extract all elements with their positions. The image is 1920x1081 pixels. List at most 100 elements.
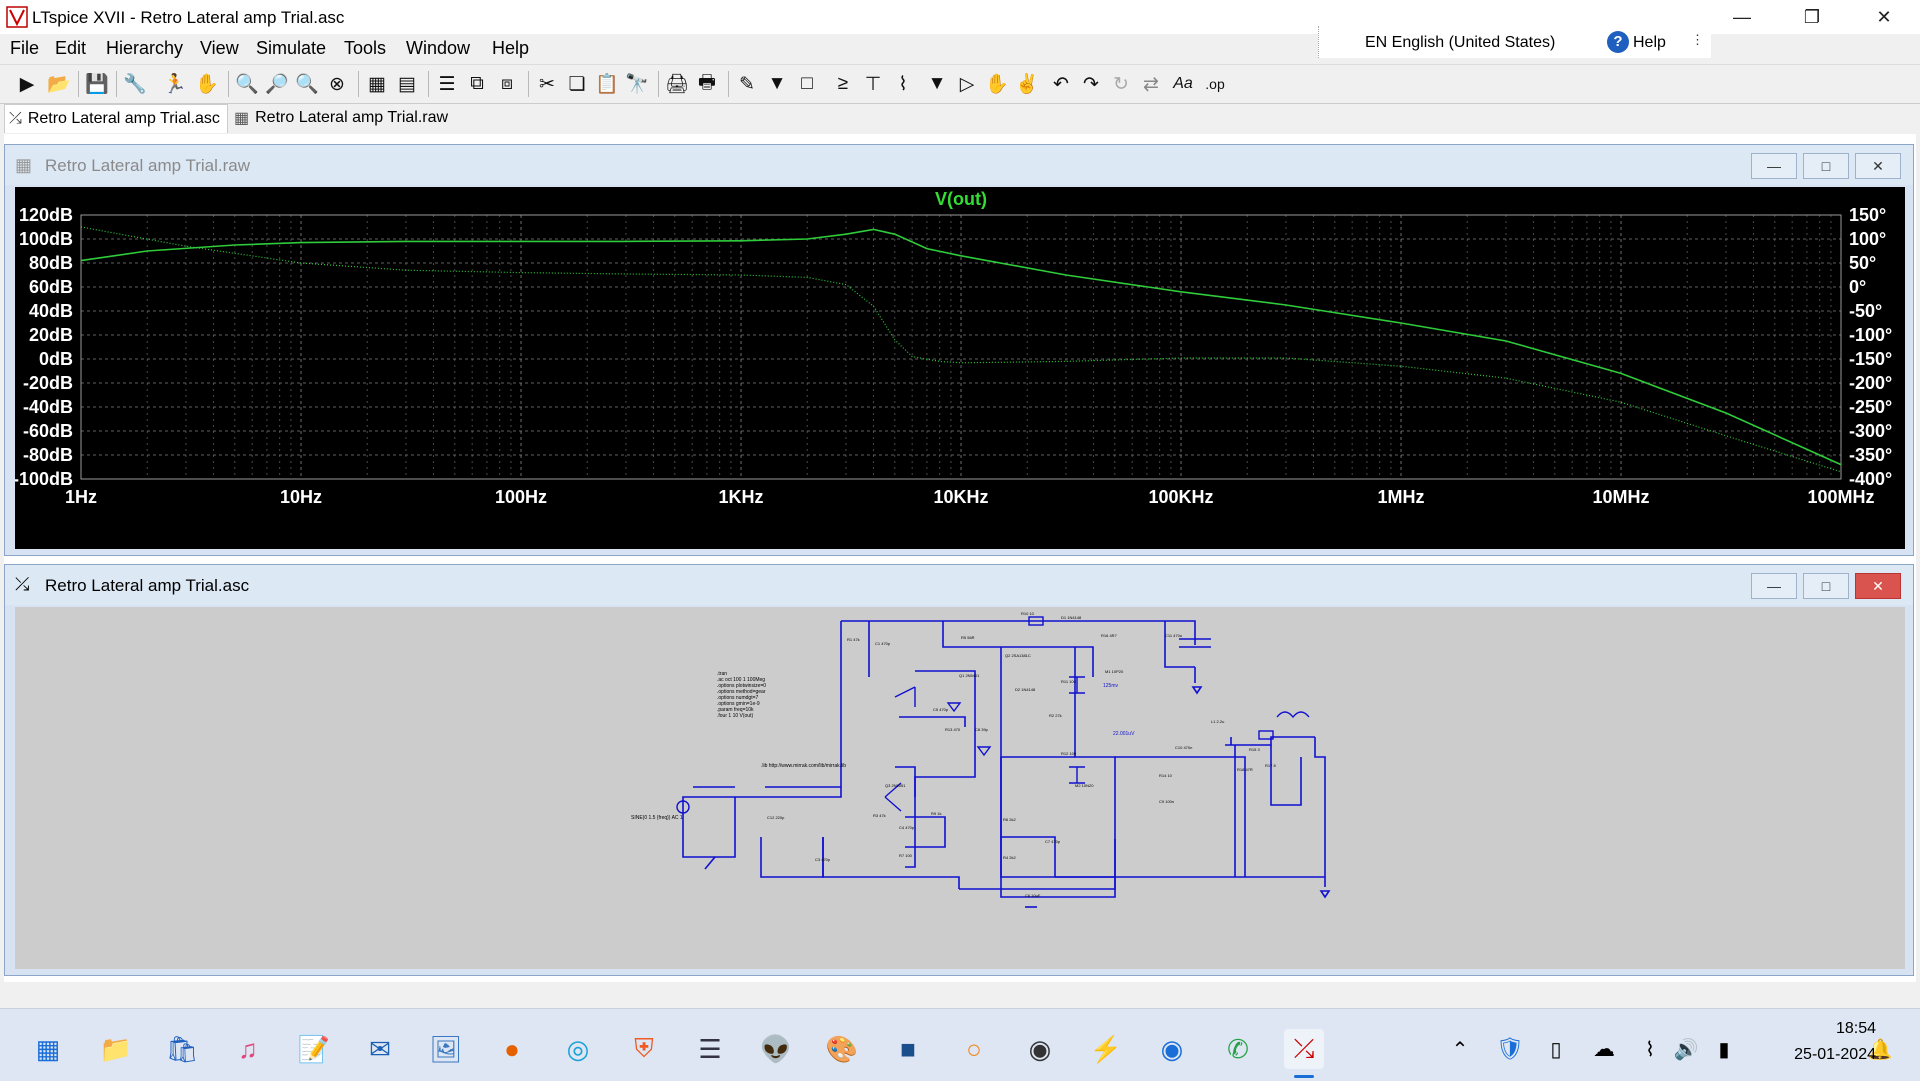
firefox-icon[interactable]: ● <box>492 1029 532 1069</box>
edge-icon[interactable]: ◎ <box>558 1029 598 1069</box>
notepad-icon[interactable]: 📝 <box>294 1029 334 1069</box>
control-panel-icon[interactable]: 🔧 <box>122 71 148 97</box>
menu-window[interactable]: Window <box>406 38 470 59</box>
menu-hierarchy[interactable]: Hierarchy <box>106 38 183 59</box>
whatsapp-icon[interactable]: ✆ <box>1218 1029 1258 1069</box>
schematic-close-button[interactable]: ✕ <box>1855 573 1901 599</box>
ground-icon[interactable]: ▼ <box>764 71 790 97</box>
autorange-icon[interactable]: ▦ <box>364 71 390 97</box>
language-label[interactable]: EN English (United States) <box>1365 34 1555 52</box>
rotate-icon[interactable]: ↻ <box>1108 71 1134 97</box>
ltspice-icon[interactable]: ⤰ <box>1284 1029 1324 1069</box>
save-icon[interactable]: 💾 <box>84 71 110 97</box>
menu-tools[interactable]: Tools <box>344 38 386 59</box>
text-icon[interactable]: Aa <box>1170 71 1196 97</box>
onedrive-icon[interactable]: ☁ <box>1584 1029 1624 1069</box>
zoom-fit-icon[interactable]: ⊗ <box>324 71 350 97</box>
plot-window-titlebar[interactable]: ▦ Retro Lateral amp Trial.raw — □ ✕ <box>5 145 1913 185</box>
battery-icon[interactable]: ▮ <box>1704 1029 1744 1069</box>
menu-file[interactable]: File <box>10 38 39 59</box>
mirror-icon[interactable]: ⇄ <box>1138 71 1164 97</box>
component-icon[interactable]: ▷ <box>954 71 980 97</box>
print-icon[interactable]: 🖶 <box>694 71 720 97</box>
sublime-icon[interactable]: ○ <box>954 1029 994 1069</box>
undo-icon[interactable]: ↶ <box>1048 71 1074 97</box>
copy-icon[interactable]: ❏ <box>564 71 590 97</box>
spice-directives[interactable]: .tran .ac oct 100 1 100Meg .options plot… <box>717 671 767 719</box>
steam-icon[interactable]: ◉ <box>1020 1029 1060 1069</box>
plot-close-button[interactable]: ✕ <box>1855 153 1901 179</box>
tab-waveform[interactable]: ▦ Retro Lateral amp Trial.raw <box>230 104 452 132</box>
resistor-icon[interactable]: ≥ <box>830 71 856 97</box>
python-icon[interactable]: ■ <box>888 1029 928 1069</box>
wifi-icon[interactable]: ⌇ <box>1630 1029 1670 1069</box>
tab-schematic[interactable]: ⤰ Retro Lateral amp Trial.asc <box>4 104 228 133</box>
draw-wire-icon[interactable]: ✎ <box>734 71 760 97</box>
menu-view[interactable]: View <box>200 38 239 59</box>
capacitor-icon[interactable]: ⊤ <box>860 71 886 97</box>
help-label[interactable]: Help <box>1633 34 1666 52</box>
zoom-out-icon[interactable]: 🔍 <box>294 71 320 97</box>
waveform-plot[interactable]: V(out) 120dB 100dB 80dB 60dB 40dB 20dB 0dB -20dB… <box>13 187 1905 549</box>
schematic-maximize-button[interactable]: □ <box>1803 573 1849 599</box>
redo-icon[interactable]: ↷ <box>1078 71 1104 97</box>
paste-icon[interactable]: 📋 <box>594 71 620 97</box>
mail-icon[interactable]: ✉ <box>360 1029 400 1069</box>
diode-icon[interactable]: ▼ <box>924 71 950 97</box>
language-bar-options-icon[interactable]: ⋮ <box>1691 32 1704 48</box>
fft-icon[interactable]: ▤ <box>394 71 420 97</box>
include-directive[interactable]: .lib http://www.mirrak.com/lib/mirrak.li… <box>761 763 846 769</box>
halt-icon[interactable]: ✋ <box>194 71 220 97</box>
clock-time[interactable]: 18:54 <box>1810 1020 1876 1038</box>
itunes-icon[interactable]: ♫ <box>228 1029 268 1069</box>
help-icon[interactable]: ? <box>1607 31 1629 53</box>
winamp-icon[interactable]: ⚡ <box>1086 1029 1126 1069</box>
close-button[interactable]: ✕ <box>1856 0 1912 34</box>
plot-minimize-button[interactable]: — <box>1751 153 1797 179</box>
photos-icon[interactable]: 🖼 <box>426 1029 466 1069</box>
spice-directive-icon[interactable]: .op <box>1202 71 1228 97</box>
tile-horizontal-icon[interactable]: ☰ <box>434 71 460 97</box>
paint-icon[interactable]: 🎨 <box>822 1029 862 1069</box>
schematic-minimize-button[interactable]: — <box>1751 573 1797 599</box>
schematic-window-titlebar[interactable]: ⤰ Retro Lateral amp Trial.asc — □ ✕ <box>5 565 1913 605</box>
menu-simulate[interactable]: Simulate <box>256 38 326 59</box>
pan-icon[interactable]: 🔎 <box>264 71 290 97</box>
inductor-icon[interactable]: ⌇ <box>890 71 916 97</box>
find-icon[interactable]: 🔭 <box>624 71 650 97</box>
plot-maximize-button[interactable]: □ <box>1803 153 1849 179</box>
volume-icon[interactable]: 🔊 <box>1666 1029 1706 1069</box>
maximize-button[interactable]: ❐ <box>1784 0 1840 34</box>
clock-date[interactable]: 25-01-2024 <box>1758 1046 1876 1064</box>
alien-icon[interactable]: 👽 <box>756 1029 796 1069</box>
minimize-button[interactable]: — <box>1714 0 1770 34</box>
move-hand-icon[interactable]: ✋ <box>984 71 1010 97</box>
tile-vertical-icon[interactable]: ⧈ <box>494 71 520 97</box>
open-icon[interactable]: 📂 <box>46 71 72 97</box>
cascade-icon[interactable]: ⧉ <box>464 71 490 97</box>
brave-icon[interactable]: ⛨ <box>624 1029 664 1069</box>
windows-start-icon[interactable]: ▦ <box>28 1029 68 1069</box>
chevron-up-icon[interactable]: ⌃ <box>1440 1029 1480 1069</box>
menu-help[interactable]: Help <box>492 38 529 59</box>
cut-icon[interactable]: ✂ <box>534 71 560 97</box>
schematic-canvas[interactable]: .tran .ac oct 100 1 100Meg .options plot… <box>15 607 1905 969</box>
svg-text:C8 39p: C8 39p <box>975 727 989 732</box>
new-schematic-icon[interactable]: ▶ <box>14 71 40 97</box>
file-explorer-icon[interactable]: 📁 <box>96 1029 136 1069</box>
svg-text:C12 220p: C12 220p <box>767 815 785 820</box>
menu-edit[interactable]: Edit <box>55 38 86 59</box>
y-right-tick-label: -150° <box>1849 349 1892 369</box>
store-icon[interactable]: 🛍 <box>162 1029 202 1069</box>
print-setup-icon[interactable]: 🖨 <box>664 71 690 97</box>
y-left-tick-label: 20dB <box>29 325 73 345</box>
run-icon[interactable]: 🏃 <box>162 71 188 97</box>
security-icon[interactable]: 🛡 <box>1490 1029 1530 1069</box>
zoom-in-icon[interactable]: 🔍 <box>234 71 260 97</box>
ltwiki-icon[interactable]: ☰ <box>690 1029 730 1069</box>
usb-icon[interactable]: ▯ <box>1536 1029 1576 1069</box>
label-net-icon[interactable]: □ <box>794 71 820 97</box>
source-label[interactable]: SINE(0 1.5 {freq}) AC 1 <box>631 815 683 821</box>
drag-hand-icon[interactable]: ✌ <box>1014 71 1040 97</box>
vpn-icon[interactable]: ◉ <box>1152 1029 1192 1069</box>
